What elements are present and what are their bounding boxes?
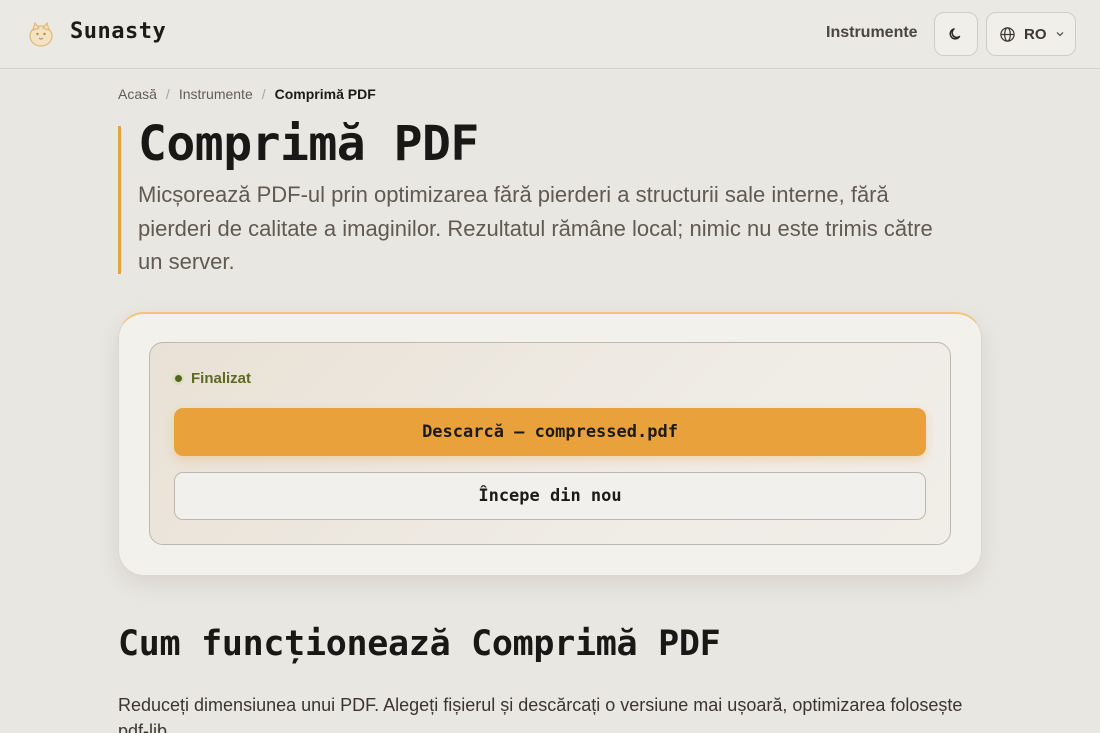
page-subtitle: Micșorează PDF-ul prin optimizarea fără …	[138, 182, 933, 274]
language-code: RO	[1024, 25, 1047, 43]
breadcrumb-current: Comprimă PDF	[274, 86, 376, 102]
status-badge: Finalizat	[172, 370, 251, 387]
globe-icon	[1000, 26, 1015, 42]
theme-toggle-button[interactable]	[934, 12, 978, 56]
moon-icon	[949, 28, 961, 40]
download-button[interactable]: Descarcă — compressed.pdf	[174, 408, 926, 456]
language-select[interactable]: RO	[986, 12, 1076, 56]
section-title: Cum funcționează Comprimă PDF	[118, 624, 721, 664]
breadcrumb: Acasă / Instrumente / Comprimă PDF	[118, 86, 376, 102]
breadcrumb-home[interactable]: Acasă	[118, 86, 157, 102]
brand-name[interactable]: Sunasty	[70, 19, 166, 44]
chevron-down-icon	[1056, 32, 1063, 37]
restart-button[interactable]: Începe din nou	[174, 472, 926, 520]
status-text: Finalizat	[191, 370, 252, 387]
page-title: Comprimă PDF	[138, 116, 479, 172]
breadcrumb-tools[interactable]: Instrumente	[179, 86, 253, 102]
nav-tools-link[interactable]: Instrumente	[826, 24, 918, 42]
status-dot-icon	[172, 372, 184, 385]
site-header: Sunasty Instrumente RO	[0, 0, 1100, 69]
hero-accent-bar	[118, 126, 121, 274]
breadcrumb-separator: /	[165, 86, 170, 102]
cat-logo-icon[interactable]	[26, 19, 56, 49]
breadcrumb-separator: /	[261, 86, 266, 102]
section-text: Reduceți dimensiunea unui PDF. Alegeți f…	[118, 695, 963, 733]
